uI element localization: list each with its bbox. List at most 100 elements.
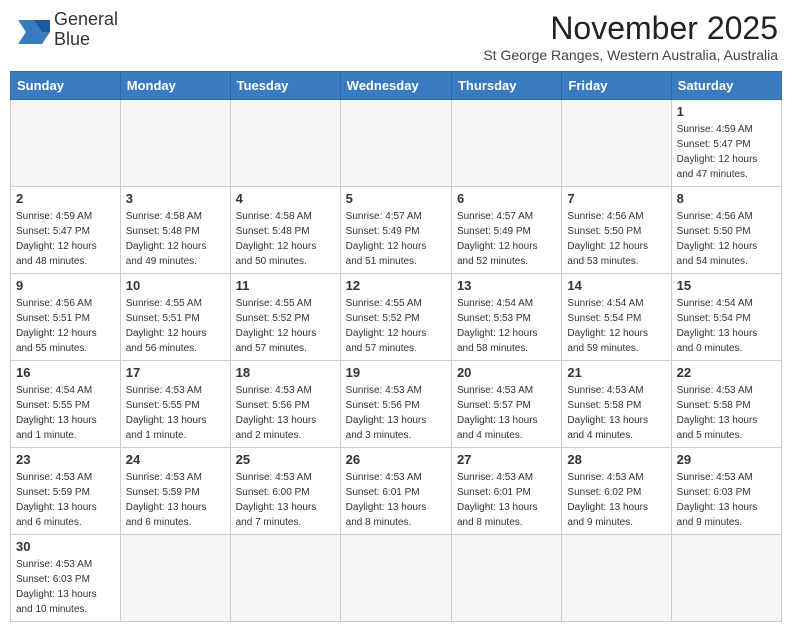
- calendar-cell: [451, 535, 561, 622]
- month-title: November 2025: [483, 10, 778, 47]
- calendar-cell: 10 Sunrise: 4:55 AM Sunset: 5:51 PM Dayli…: [120, 274, 230, 361]
- day-info: Sunrise: 4:53 AM Sunset: 5:58 PM Dayligh…: [677, 383, 776, 443]
- calendar-cell: [451, 100, 561, 187]
- day-number: 30: [16, 539, 115, 554]
- calendar-cell: 23 Sunrise: 4:53 AM Sunset: 5:59 PM Dayli…: [11, 448, 121, 535]
- day-number: 7: [567, 191, 665, 206]
- calendar-cell: 3 Sunrise: 4:58 AM Sunset: 5:48 PM Daylig…: [120, 187, 230, 274]
- day-info: Sunrise: 4:59 AM Sunset: 5:47 PM Dayligh…: [677, 122, 776, 182]
- day-number: 12: [346, 278, 446, 293]
- calendar-cell: 29Sunrise: 4:53 AM Sunset: 6:03 PM Dayli…: [671, 448, 781, 535]
- calendar-cell: 30Sunrise: 4:53 AM Sunset: 6:03 PM Dayli…: [11, 535, 121, 622]
- day-number: 25: [236, 452, 335, 467]
- day-number: 8: [677, 191, 776, 206]
- day-number: 16: [16, 365, 115, 380]
- day-info: Sunrise: 4:56 AM Sunset: 5:50 PM Dayligh…: [567, 209, 665, 269]
- day-number: 1: [677, 104, 776, 119]
- calendar-cell: 7 Sunrise: 4:56 AM Sunset: 5:50 PM Daylig…: [562, 187, 671, 274]
- day-info: Sunrise: 4:53 AM Sunset: 5:56 PM Dayligh…: [236, 383, 335, 443]
- day-info: Sunrise: 4:54 AM Sunset: 5:54 PM Dayligh…: [677, 296, 776, 356]
- day-number: 5: [346, 191, 446, 206]
- calendar-cell: 15 Sunrise: 4:54 AM Sunset: 5:54 PM Dayli…: [671, 274, 781, 361]
- calendar-week-row: 2Sunrise: 4:59 AM Sunset: 5:47 PM Daylig…: [11, 187, 782, 274]
- calendar-cell: 2Sunrise: 4:59 AM Sunset: 5:47 PM Daylig…: [11, 187, 121, 274]
- day-info: Sunrise: 4:53 AM Sunset: 6:02 PM Dayligh…: [567, 470, 665, 530]
- logo-icon: [14, 12, 50, 48]
- day-info: Sunrise: 4:53 AM Sunset: 5:59 PM Dayligh…: [16, 470, 115, 530]
- calendar-cell: 1 Sunrise: 4:59 AM Sunset: 5:47 PM Daylig…: [671, 100, 781, 187]
- day-info: Sunrise: 4:54 AM Sunset: 5:55 PM Dayligh…: [16, 383, 115, 443]
- day-info: Sunrise: 4:55 AM Sunset: 5:52 PM Dayligh…: [346, 296, 446, 356]
- day-info: Sunrise: 4:55 AM Sunset: 5:52 PM Dayligh…: [236, 296, 335, 356]
- day-info: Sunrise: 4:55 AM Sunset: 5:51 PM Dayligh…: [126, 296, 225, 356]
- day-number: 13: [457, 278, 556, 293]
- title-section: November 2025 St George Ranges, Western …: [483, 10, 778, 63]
- calendar-cell: 6 Sunrise: 4:57 AM Sunset: 5:49 PM Daylig…: [451, 187, 561, 274]
- day-info: Sunrise: 4:53 AM Sunset: 5:57 PM Dayligh…: [457, 383, 556, 443]
- day-info: Sunrise: 4:57 AM Sunset: 5:49 PM Dayligh…: [457, 209, 556, 269]
- day-number: 11: [236, 278, 335, 293]
- day-number: 3: [126, 191, 225, 206]
- day-info: Sunrise: 4:53 AM Sunset: 6:00 PM Dayligh…: [236, 470, 335, 530]
- day-info: Sunrise: 4:56 AM Sunset: 5:50 PM Dayligh…: [677, 209, 776, 269]
- calendar-cell: 22 Sunrise: 4:53 AM Sunset: 5:58 PM Dayli…: [671, 361, 781, 448]
- calendar-week-row: 30Sunrise: 4:53 AM Sunset: 6:03 PM Dayli…: [11, 535, 782, 622]
- day-info: Sunrise: 4:53 AM Sunset: 6:01 PM Dayligh…: [346, 470, 446, 530]
- calendar-cell: [230, 100, 340, 187]
- day-info: Sunrise: 4:53 AM Sunset: 5:58 PM Dayligh…: [567, 383, 665, 443]
- calendar-cell: 25 Sunrise: 4:53 AM Sunset: 6:00 PM Dayli…: [230, 448, 340, 535]
- calendar-cell: 16 Sunrise: 4:54 AM Sunset: 5:55 PM Dayli…: [11, 361, 121, 448]
- day-number: 20: [457, 365, 556, 380]
- day-number: 4: [236, 191, 335, 206]
- calendar-cell: 5Sunrise: 4:57 AM Sunset: 5:49 PM Daylig…: [340, 187, 451, 274]
- calendar-week-row: 9Sunrise: 4:56 AM Sunset: 5:51 PM Daylig…: [11, 274, 782, 361]
- page-header: General Blue November 2025 St George Ran…: [10, 10, 782, 63]
- day-number: 28: [567, 452, 665, 467]
- calendar-cell: 14 Sunrise: 4:54 AM Sunset: 5:54 PM Dayli…: [562, 274, 671, 361]
- day-number: 17: [126, 365, 225, 380]
- calendar-cell: 9Sunrise: 4:56 AM Sunset: 5:51 PM Daylig…: [11, 274, 121, 361]
- day-info: Sunrise: 4:54 AM Sunset: 5:54 PM Dayligh…: [567, 296, 665, 356]
- calendar-cell: 20 Sunrise: 4:53 AM Sunset: 5:57 PM Dayli…: [451, 361, 561, 448]
- calendar-cell: [120, 100, 230, 187]
- day-number: 18: [236, 365, 335, 380]
- weekday-header-sunday: Sunday: [11, 72, 121, 100]
- calendar-cell: 24 Sunrise: 4:53 AM Sunset: 5:59 PM Dayli…: [120, 448, 230, 535]
- day-number: 24: [126, 452, 225, 467]
- day-number: 19: [346, 365, 446, 380]
- calendar-cell: 8 Sunrise: 4:56 AM Sunset: 5:50 PM Daylig…: [671, 187, 781, 274]
- day-number: 22: [677, 365, 776, 380]
- calendar-cell: 17Sunrise: 4:53 AM Sunset: 5:55 PM Dayli…: [120, 361, 230, 448]
- day-number: 6: [457, 191, 556, 206]
- calendar-cell: [562, 535, 671, 622]
- weekday-header-thursday: Thursday: [451, 72, 561, 100]
- day-number: 10: [126, 278, 225, 293]
- logo-text: General Blue: [54, 10, 118, 50]
- location-title: St George Ranges, Western Australia, Aus…: [483, 47, 778, 63]
- day-number: 14: [567, 278, 665, 293]
- day-number: 26: [346, 452, 446, 467]
- day-number: 29: [677, 452, 776, 467]
- calendar-cell: [562, 100, 671, 187]
- weekday-header-tuesday: Tuesday: [230, 72, 340, 100]
- day-number: 21: [567, 365, 665, 380]
- calendar-cell: 18 Sunrise: 4:53 AM Sunset: 5:56 PM Dayli…: [230, 361, 340, 448]
- calendar-cell: [120, 535, 230, 622]
- calendar-cell: 19Sunrise: 4:53 AM Sunset: 5:56 PM Dayli…: [340, 361, 451, 448]
- day-info: Sunrise: 4:58 AM Sunset: 5:48 PM Dayligh…: [126, 209, 225, 269]
- day-info: Sunrise: 4:58 AM Sunset: 5:48 PM Dayligh…: [236, 209, 335, 269]
- calendar-cell: 13 Sunrise: 4:54 AM Sunset: 5:53 PM Dayli…: [451, 274, 561, 361]
- day-number: 15: [677, 278, 776, 293]
- weekday-header-monday: Monday: [120, 72, 230, 100]
- calendar-week-row: 16 Sunrise: 4:54 AM Sunset: 5:55 PM Dayli…: [11, 361, 782, 448]
- weekday-header-saturday: Saturday: [671, 72, 781, 100]
- day-info: Sunrise: 4:53 AM Sunset: 5:59 PM Dayligh…: [126, 470, 225, 530]
- day-number: 27: [457, 452, 556, 467]
- calendar-cell: 28 Sunrise: 4:53 AM Sunset: 6:02 PM Dayli…: [562, 448, 671, 535]
- calendar-cell: 26 Sunrise: 4:53 AM Sunset: 6:01 PM Dayli…: [340, 448, 451, 535]
- day-number: 23: [16, 452, 115, 467]
- calendar-cell: 4 Sunrise: 4:58 AM Sunset: 5:48 PM Daylig…: [230, 187, 340, 274]
- calendar-cell: 12 Sunrise: 4:55 AM Sunset: 5:52 PM Dayli…: [340, 274, 451, 361]
- calendar-cell: 27Sunrise: 4:53 AM Sunset: 6:01 PM Dayli…: [451, 448, 561, 535]
- day-info: Sunrise: 4:54 AM Sunset: 5:53 PM Dayligh…: [457, 296, 556, 356]
